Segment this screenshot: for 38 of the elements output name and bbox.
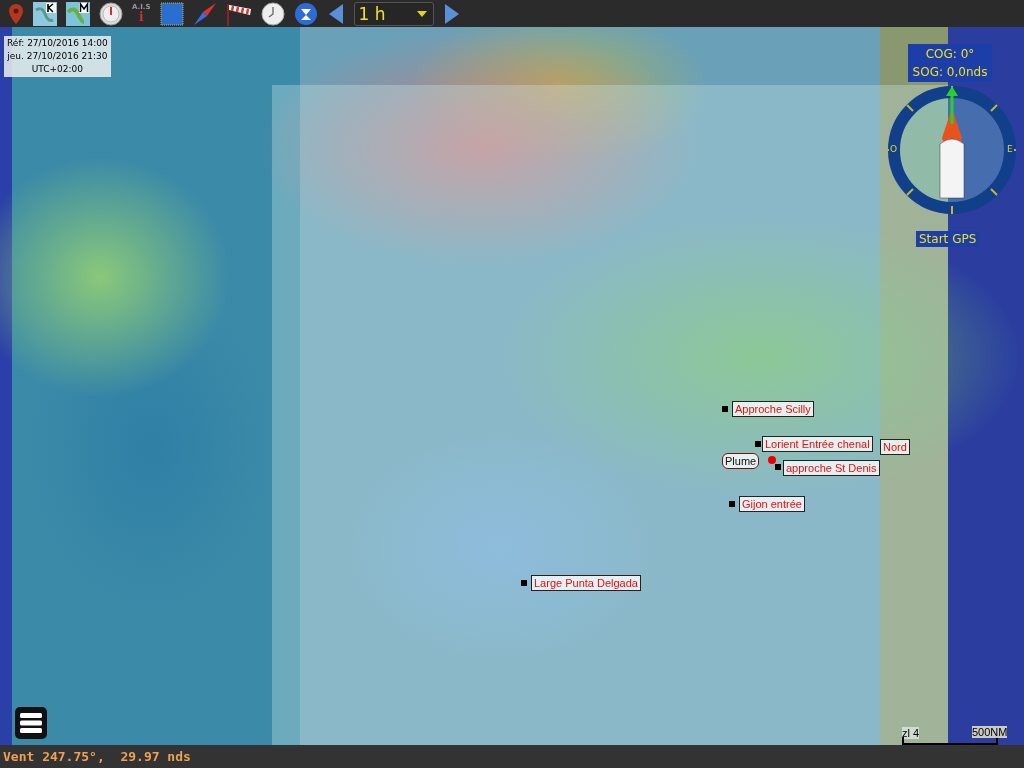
compass-letter: O <box>889 144 899 155</box>
date-info-line: Réf: 27/10/2016 14:00 <box>7 37 108 50</box>
date-info-line: UTC+02:00 <box>31 63 84 76</box>
sog-reading: SOG: 0,0nds <box>912 64 988 81</box>
waypoint-marker[interactable] <box>722 406 728 412</box>
waypoint-label[interactable]: Lorient Entrée chenal <box>762 436 873 452</box>
chart-frame-icon[interactable] <box>159 1 184 26</box>
waypoint-label[interactable]: Gijon entrée <box>739 496 805 512</box>
waypoint-label[interactable]: Nord <box>880 439 910 455</box>
boat-position-dot[interactable] <box>768 456 776 464</box>
waypoint-marker[interactable] <box>775 464 781 470</box>
waypoint-label[interactable]: Approche Scilly <box>732 401 814 417</box>
compass-dial-icon[interactable] <box>99 1 123 26</box>
menu-button[interactable] <box>15 707 47 739</box>
zoom-level-label: zl 4 <box>902 727 920 739</box>
map-k-icon[interactable] <box>33 1 57 26</box>
waypoint-marker[interactable] <box>755 441 761 447</box>
boat-label[interactable]: Plume <box>722 453 760 469</box>
date-info-line: jeu. 27/10/2016 21:30 <box>7 50 108 63</box>
start-gps-button[interactable]: Start GPS <box>916 231 980 247</box>
caret-icon <box>416 10 427 17</box>
clock-icon[interactable] <box>260 1 285 26</box>
waypoint-marker[interactable] <box>729 501 735 507</box>
hourglass-icon[interactable] <box>293 1 318 26</box>
cog-reading: COG: 0° <box>925 46 975 63</box>
scale-distance-label: 500NM <box>972 726 1008 738</box>
map-m-icon[interactable] <box>66 1 90 26</box>
compass-needle-icon[interactable] <box>192 1 217 26</box>
waypoint-marker[interactable] <box>521 580 527 586</box>
wind-reading: Vent 247.75°, 29.97 nds <box>3 749 191 764</box>
waypoint-label[interactable]: approche St Denis <box>783 460 880 476</box>
compass-letter: E <box>1006 144 1014 155</box>
time-step-dropdown[interactable]: 1 h <box>353 1 434 26</box>
waypoint-label[interactable]: Large Punta Delgada <box>531 575 641 591</box>
next-arrow-icon[interactable] <box>442 2 461 25</box>
menu-icon <box>20 713 42 733</box>
windsock-icon[interactable] <box>225 1 252 26</box>
map-pin-icon[interactable] <box>8 2 24 25</box>
